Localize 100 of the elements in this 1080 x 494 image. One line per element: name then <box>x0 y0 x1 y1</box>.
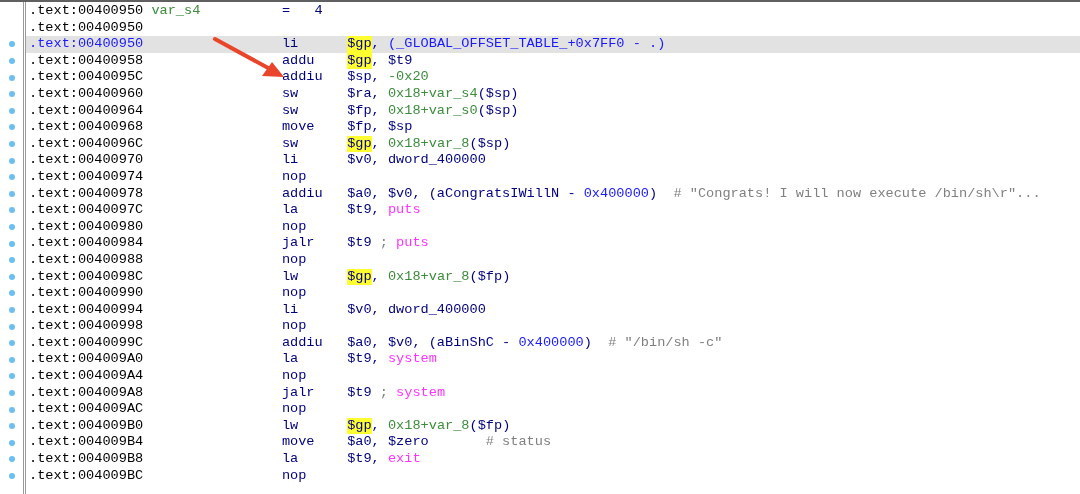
address-text: .text:00400998 <box>29 318 144 335</box>
operand-text: $t9, <box>347 202 381 219</box>
code-row[interactable]: .text:004009B0 lw $gp, 0x18+var_8($fp) <box>26 417 1080 435</box>
code-row[interactable]: .text:00400958 addu $gp, $t9 <box>26 52 1080 70</box>
address-text: .text:00400950 <box>29 19 144 37</box>
mnemonic-text: nop <box>281 467 308 485</box>
mnemonic-text: li <box>281 152 300 169</box>
bullet-icon[interactable] <box>8 439 15 446</box>
bullet-icon[interactable] <box>8 456 15 463</box>
code-row[interactable]: .text:00400984 jalr $t9 ; puts <box>26 235 1080 252</box>
operand-text: , <box>371 268 381 286</box>
operand-text: ) <box>648 185 658 203</box>
mnemonic-text: nop <box>281 218 308 236</box>
code-row[interactable]: .text:00400990 nop <box>26 285 1080 302</box>
mnemonic-text: la <box>281 351 300 369</box>
function-name: puts <box>387 202 421 219</box>
code-row[interactable]: .text:0040095C addiu $sp, -0x20 <box>26 69 1080 86</box>
code-row[interactable]: .text:00400968 move $fp, $sp <box>26 119 1080 136</box>
code-row[interactable]: .text:004009BC nop <box>26 467 1080 485</box>
mnemonic-text: addiu <box>281 185 324 203</box>
function-name: system <box>396 384 446 402</box>
code-row[interactable]: .text:00400950 <box>26 19 1080 37</box>
code-row[interactable]: .text:00400988 nop <box>26 251 1080 269</box>
operand-text: $fp, $sp <box>347 119 413 136</box>
mnemonic-text: nop <box>281 285 308 302</box>
address-text: .text:004009A4 <box>29 368 144 385</box>
mnemonic-text: nop <box>281 401 308 418</box>
code-row[interactable]: .text:004009A0 la $t9, system <box>26 351 1080 369</box>
bullet-icon[interactable] <box>8 41 15 48</box>
bullet-icon[interactable] <box>8 472 15 479</box>
bullet-icon[interactable] <box>8 207 15 214</box>
bullet-icon[interactable] <box>8 240 15 247</box>
bullet-icon[interactable] <box>8 124 15 131</box>
address-text: .text:004009A8 <box>29 384 144 402</box>
code-row[interactable]: .text:00400994 li $v0, dword_400000 <box>26 301 1080 319</box>
code-row[interactable]: .text:00400960 sw $ra, 0x18+var_s4($sp) <box>26 85 1080 103</box>
mnemonic-text: nop <box>281 251 308 269</box>
address-text: .text:00400978 <box>29 185 144 203</box>
address-text: .text:00400984 <box>29 235 144 252</box>
operand-text: $a0, $v0, (aBinShC - <box>347 334 512 352</box>
address-text: .text:0040099C <box>29 334 144 352</box>
code-row[interactable]: .text:004009B8 la $t9, exit <box>26 451 1080 468</box>
operand-text: ($fp) <box>469 268 511 286</box>
bullet-icon[interactable] <box>8 356 15 363</box>
bullet-icon[interactable] <box>8 273 15 280</box>
code-row[interactable]: .text:0040098C lw $gp, 0x18+var_8($fp) <box>26 268 1080 286</box>
address-text: .text:004009AC <box>29 401 144 418</box>
bullet-icon[interactable] <box>8 107 15 114</box>
bullet-icon[interactable] <box>8 91 15 98</box>
operand-text: 0x18+var_8 <box>387 417 470 435</box>
code-row[interactable]: .text:00400980 nop <box>26 218 1080 236</box>
mnemonic-text: addu <box>281 52 316 70</box>
operand-text: 0x400000 <box>583 185 649 203</box>
mnemonic-text: nop <box>281 168 308 186</box>
code-row[interactable]: .text:004009A4 nop <box>26 368 1080 385</box>
code-row[interactable]: .text:00400964 sw $fp, 0x18+var_s0($sp) <box>26 102 1080 120</box>
operand-text: $sp, <box>347 69 381 86</box>
code-row[interactable]: .text:004009B4 move $a0, $zero # status <box>26 434 1080 452</box>
operand-text: ($sp) <box>469 135 511 153</box>
address-text: .text:00400950 <box>29 3 144 20</box>
code-row[interactable]: .text:00400950 li $gp, (_GLOBAL_OFFSET_TABLE_+0x7FF0 - .) <box>26 36 1080 53</box>
code-row[interactable]: .text:00400970 li $v0, dword_400000 <box>26 152 1080 169</box>
bullet-icon[interactable] <box>8 389 15 396</box>
code-row[interactable]: .text:0040096C sw $gp, 0x18+var_8($sp) <box>26 135 1080 153</box>
bullet-icon[interactable] <box>8 323 15 330</box>
bullet-icon[interactable] <box>8 157 15 164</box>
bullet-icon[interactable] <box>8 340 15 347</box>
highlighted-register: $gp <box>347 36 372 53</box>
operand-text: $t9 <box>347 235 373 252</box>
code-row[interactable]: .text:00400974 nop <box>26 168 1080 186</box>
bullet-icon[interactable] <box>8 423 15 430</box>
code-row[interactable]: .text:0040097C la $t9, puts <box>26 202 1080 219</box>
bullet-icon[interactable] <box>8 257 15 264</box>
bullet-icon[interactable] <box>8 224 15 230</box>
bullet-icon[interactable] <box>8 58 15 65</box>
bullet-icon[interactable] <box>8 141 15 148</box>
code-row[interactable]: .text:004009A8 jalr $t9 ; system <box>26 384 1080 402</box>
address-text: .text:0040095C <box>29 69 144 86</box>
bullet-icon[interactable] <box>8 307 15 313</box>
highlighted-register: $gp <box>347 268 372 286</box>
bullet-icon[interactable] <box>8 174 15 181</box>
bullet-icon[interactable] <box>8 74 15 81</box>
label-text: var_s4 <box>151 3 201 20</box>
code-row[interactable]: .text:004009AC nop <box>26 401 1080 418</box>
bullet-icon[interactable] <box>8 290 15 297</box>
address-text: .text:00400994 <box>29 301 144 319</box>
mnemonic-text: jalr <box>281 235 316 252</box>
operand-text: ($sp) <box>477 102 519 120</box>
code-row[interactable]: .text:0040099C addiu $a0, $v0, (aBinShC - 0x400000) # "/bin/sh -c" <box>26 334 1080 352</box>
equate-text: = 4 <box>281 3 323 20</box>
code-row[interactable]: .text:00400998 nop <box>26 318 1080 335</box>
bullet-icon[interactable] <box>8 406 15 413</box>
function-name: system <box>387 351 437 369</box>
bullet-icon[interactable] <box>8 373 15 380</box>
operand-text: ($sp) <box>477 85 519 103</box>
code-row[interactable]: .text:00400978 addiu $a0, $v0, (aCongratsIWillN - 0x400000) # "Congrats! I will now execute /bin/sh\r"... <box>26 185 1080 203</box>
bullet-icon[interactable] <box>8 190 15 197</box>
mnemonic-text: move <box>281 119 316 136</box>
mnemonic-text: la <box>281 202 300 219</box>
code-row[interactable]: .text:00400950 var_s4 = 4 <box>26 3 1080 20</box>
